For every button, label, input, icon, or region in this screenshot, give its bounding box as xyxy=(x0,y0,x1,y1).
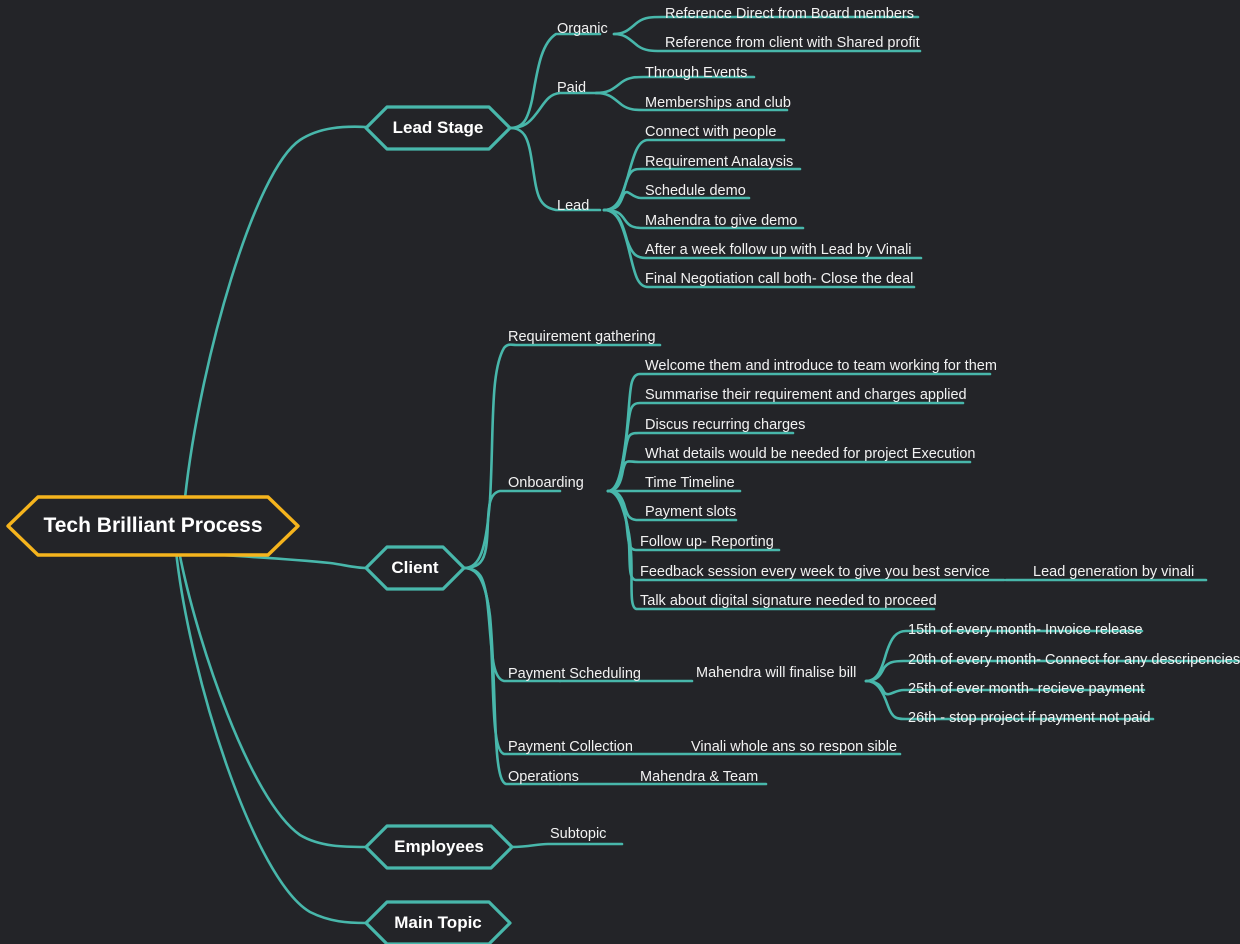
leaf-15th-invoice-release[interactable]: 15th of every month- Invoice release xyxy=(908,623,1143,638)
leaf-final-negotiation[interactable]: Final Negotiation call both- Close the d… xyxy=(645,272,913,287)
branch-node-client[interactable]: Client xyxy=(366,547,464,589)
edge-client-req-gathering xyxy=(462,343,662,570)
leaf-payment-slots[interactable]: Payment slots xyxy=(645,505,736,520)
leaf-reference-client-shared[interactable]: Reference from client with Shared profit xyxy=(665,36,920,51)
branch-label-main-topic: Main Topic xyxy=(394,913,482,932)
edge-leadstage-organic xyxy=(508,32,602,130)
branch-node-main-topic[interactable]: Main Topic xyxy=(366,902,510,944)
leaf-follow-up-reporting[interactable]: Follow up- Reporting xyxy=(640,535,774,550)
subbranch-organic[interactable]: Organic xyxy=(557,22,608,37)
leaf-connect-with-people[interactable]: Connect with people xyxy=(645,125,776,140)
leaf-after-week-follow-up[interactable]: After a week follow up with Lead by Vina… xyxy=(645,243,912,258)
edge-employees-subtopic xyxy=(510,842,624,849)
leaf-feedback-session[interactable]: Feedback session every week to give you … xyxy=(640,565,990,580)
leaf-20th-connect-descripencies[interactable]: 20th of every month- Connect for any des… xyxy=(908,653,1240,668)
branch-label-client: Client xyxy=(391,558,439,577)
branch-node-employees[interactable]: Employees xyxy=(366,826,512,868)
leaf-what-details-project-execution[interactable]: What details would be needed for project… xyxy=(645,447,975,462)
leaf-25th-recieve-payment[interactable]: 25th of ever month- recieve payment xyxy=(908,682,1144,697)
subbranch-payment-scheduling[interactable]: Payment Scheduling xyxy=(508,667,641,682)
subbranch-payment-collection[interactable]: Payment Collection xyxy=(508,740,633,755)
leaf-summarise-requirement-charges[interactable]: Summarise their requirement and charges … xyxy=(645,388,967,403)
root-node-label: Tech Brilliant Process xyxy=(43,514,263,537)
edge-client-pay-sched xyxy=(462,566,562,683)
leaf-discus-recurring-charges[interactable]: Discus recurring charges xyxy=(645,418,805,433)
leaf-welcome-introduce-team[interactable]: Welcome them and introduce to team worki… xyxy=(645,359,997,374)
subbranch-operations[interactable]: Operations xyxy=(508,770,579,785)
subbranch-subtopic[interactable]: Subtopic xyxy=(550,827,606,842)
leaf-time-timeline[interactable]: Time Timeline xyxy=(645,476,735,491)
leaf-26th-stop-project[interactable]: 26th - stop project if payment not paid xyxy=(908,711,1151,726)
edge-root-lead-stage xyxy=(183,125,368,500)
leaf-vinali-whole-responsible[interactable]: Vinali whole ans so respon sible xyxy=(691,740,897,755)
leaf-mahendra-to-give-demo[interactable]: Mahendra to give demo xyxy=(645,214,797,229)
leaf-lead-generation-by-vinali[interactable]: Lead generation by vinali xyxy=(1033,565,1194,580)
root-node[interactable]: Tech Brilliant Process xyxy=(8,496,298,556)
mindmap-canvas: Tech Brilliant Process Lead Stage Client… xyxy=(0,0,1240,944)
leaf-reference-direct-board[interactable]: Reference Direct from Board members xyxy=(665,7,914,22)
leaf-talk-digital-signature[interactable]: Talk about digital signature needed to p… xyxy=(640,594,937,609)
leaf-schedule-demo[interactable]: Schedule demo xyxy=(645,184,746,199)
leaf-mahendra-will-finalise-bill[interactable]: Mahendra will finalise bill xyxy=(696,666,856,681)
connector-layer xyxy=(6,15,1240,944)
edge-lead-connect xyxy=(602,138,786,212)
edge-client-pay-collect xyxy=(462,566,562,756)
subbranch-onboarding[interactable]: Onboarding xyxy=(508,476,584,491)
leaf-through-events[interactable]: Through Events xyxy=(645,66,747,81)
edge-root-main-topic xyxy=(174,549,368,925)
leaf-mahendra-and-team[interactable]: Mahendra & Team xyxy=(640,770,758,785)
edge-client-onboarding xyxy=(462,489,562,570)
subbranch-requirement-gathering[interactable]: Requirement gathering xyxy=(508,330,656,345)
leaf-requirement-analaysis[interactable]: Requirement Analaysis xyxy=(645,155,793,170)
branch-label-lead-stage: Lead Stage xyxy=(392,118,484,137)
subbranch-lead[interactable]: Lead xyxy=(557,199,589,214)
leaf-memberships-and-club[interactable]: Memberships and club xyxy=(645,96,791,111)
branch-label-employees: Employees xyxy=(394,837,484,856)
subbranch-paid[interactable]: Paid xyxy=(557,81,586,96)
branch-node-lead-stage[interactable]: Lead Stage xyxy=(366,107,510,149)
